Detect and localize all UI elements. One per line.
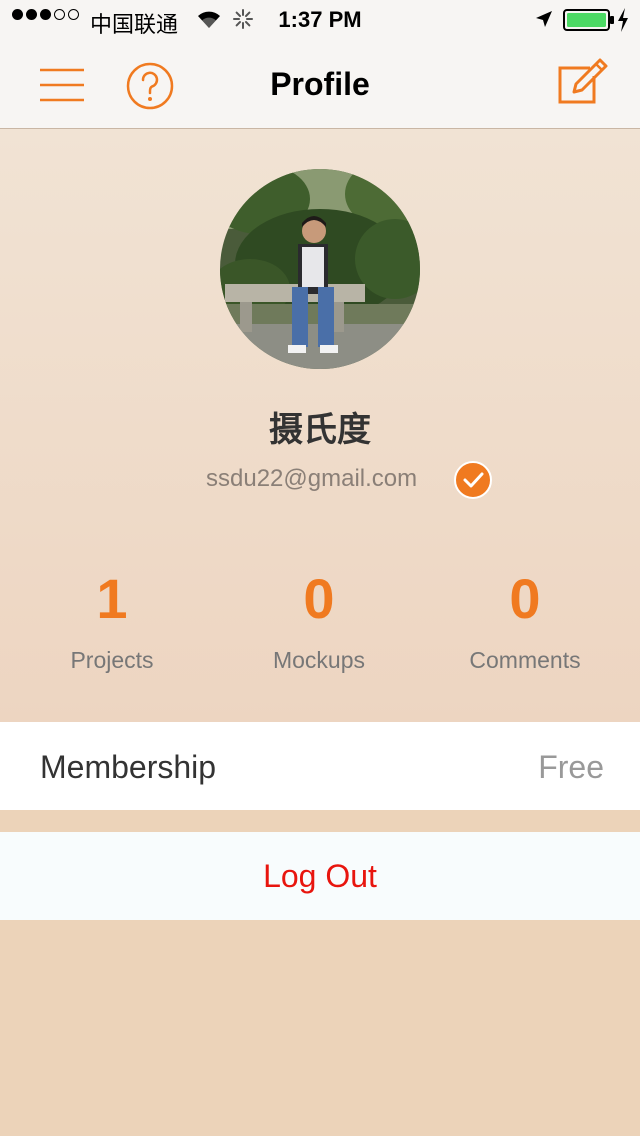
location-arrow-icon	[536, 11, 552, 27]
profile-name: 摄氏度	[269, 410, 371, 450]
charging-bolt-icon	[618, 8, 628, 32]
stat-comments-count: 0	[509, 567, 541, 630]
compose-edit-icon[interactable]	[554, 54, 610, 110]
status-bar: 中国联通 1:37 PM	[0, 0, 640, 40]
checkmark-badge-icon	[454, 461, 492, 499]
stat-comments[interactable]: 0 Comments	[425, 569, 625, 674]
stat-mockups-label: Mockups	[272, 647, 366, 673]
avatar[interactable]	[220, 169, 420, 369]
membership-label: Membership	[40, 749, 217, 785]
membership-value: Free	[538, 749, 604, 785]
stat-mockups[interactable]: 0 Mockups	[219, 569, 419, 674]
stat-comments-label: Comments	[469, 647, 581, 673]
stat-projects[interactable]: 1 Projects	[12, 569, 212, 674]
profile-header: 摄氏度 ssdu22@gmail.com 1 Projects 0 Mockup…	[0, 129, 640, 722]
stat-projects-label: Projects	[70, 647, 154, 673]
profile-email: ssdu22@gmail.com	[206, 465, 418, 492]
stat-mockups-count: 0	[303, 567, 335, 630]
page-title: Profile	[270, 66, 370, 102]
logout-button[interactable]: Log Out	[0, 832, 640, 920]
membership-row[interactable]: Membership Free	[0, 722, 640, 810]
stat-projects-count: 1	[96, 567, 128, 630]
navigation-bar: Profile	[0, 40, 640, 129]
battery-icon	[563, 9, 614, 31]
